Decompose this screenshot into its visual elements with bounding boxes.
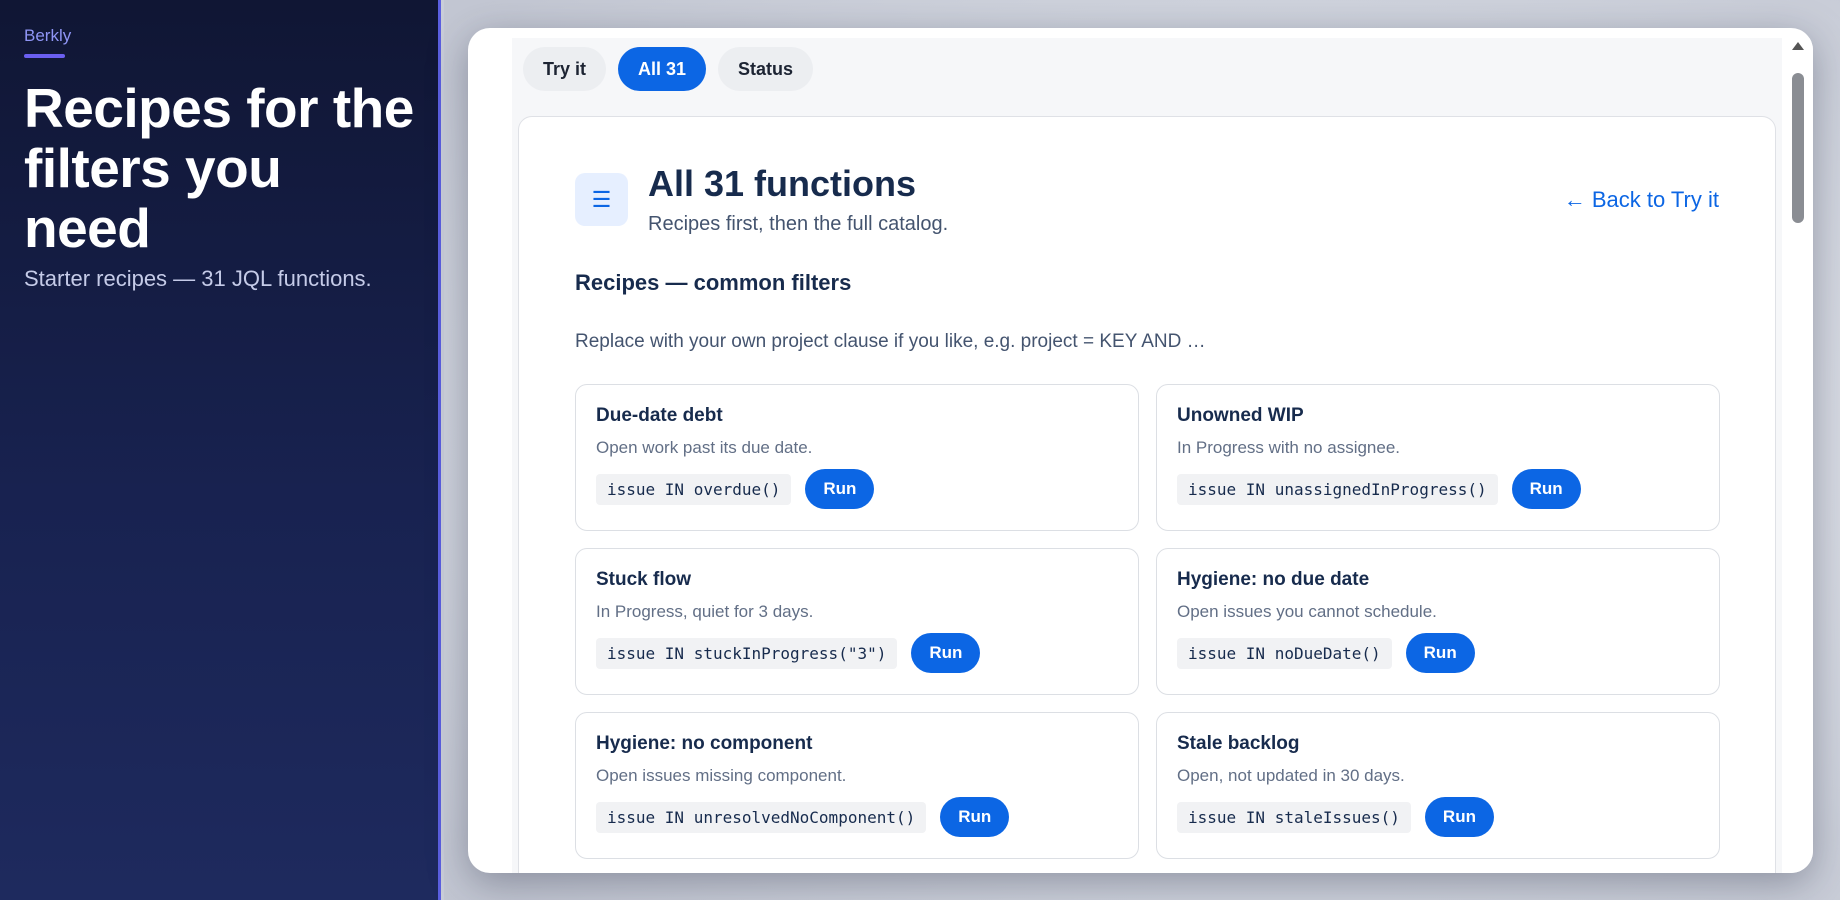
vertical-scrollbar[interactable]: [1783, 38, 1813, 873]
content-area: Try it All 31 Status ☰ All 31 functions …: [512, 38, 1782, 873]
recipe-description: Open issues you cannot schedule.: [1177, 602, 1437, 621]
functions-card: ☰ All 31 functions Recipes first, then t…: [518, 116, 1776, 873]
tab-status[interactable]: Status: [718, 47, 814, 91]
jql-code: issue IN unresolvedNoComponent(): [596, 801, 927, 833]
recipe-card: Hygiene: no component Open issues missin…: [575, 712, 1139, 859]
recipe-description: Open work past its due date.: [596, 438, 813, 457]
section-hint: Replace with your own project clause if …: [575, 331, 1206, 352]
recipe-card: Due-date debt Open work past its due dat…: [575, 384, 1139, 531]
back-to-try-it-link[interactable]: ← Back to Try it: [1564, 187, 1719, 213]
jql-code: issue IN unassignedInProgress(): [1177, 473, 1498, 505]
recipe-row: issue IN stuckInProgress("3") Run: [596, 633, 1118, 673]
recipe-title: Due-date debt: [596, 405, 723, 426]
recipe-card: Unowned WIP In Progress with no assignee…: [1156, 384, 1720, 531]
recipe-row: issue IN overdue() Run: [596, 469, 1118, 509]
hero-subtitle: Starter recipes — 31 JQL functions.: [24, 266, 372, 291]
recipe-title: Hygiene: no due date: [1177, 569, 1370, 590]
recipe-description: In Progress, quiet for 3 days.: [596, 602, 814, 621]
tab-all-31[interactable]: All 31: [618, 47, 707, 91]
run-button[interactable]: Run: [940, 797, 1010, 837]
tab-try-it[interactable]: Try it: [523, 47, 607, 91]
recipe-row: issue IN staleIssues() Run: [1177, 797, 1699, 837]
run-button[interactable]: Run: [1424, 797, 1494, 837]
list-icon: ☰: [575, 173, 628, 226]
jql-code: issue IN stuckInProgress("3"): [596, 637, 898, 669]
recipe-title: Stale backlog: [1177, 733, 1300, 754]
jql-code: issue IN overdue(): [596, 473, 792, 505]
run-button[interactable]: Run: [1511, 469, 1581, 509]
recipe-card: Stale backlog Open, not updated in 30 da…: [1156, 712, 1720, 859]
page-subtitle: Recipes first, then the full catalog.: [648, 213, 949, 235]
recipe-description: In Progress with no assignee.: [1177, 438, 1401, 457]
run-button[interactable]: Run: [1405, 633, 1475, 673]
recipe-title: Unowned WIP: [1177, 405, 1304, 426]
recipe-description: Open, not updated in 30 days.: [1177, 766, 1405, 785]
brand-underline: [24, 54, 65, 58]
page-title: All 31 functions: [648, 163, 917, 204]
recipe-row: issue IN noDueDate() Run: [1177, 633, 1699, 673]
recipe-row: issue IN unresolvedNoComponent() Run: [596, 797, 1118, 837]
recipe-card: Hygiene: no due date Open issues you can…: [1156, 548, 1720, 695]
hero-panel: Berkly Recipes for the filters you need …: [0, 0, 441, 900]
hero-title: Recipes for the filters you need: [24, 77, 414, 259]
jql-code: issue IN staleIssues(): [1177, 801, 1411, 833]
recipe-card: Stuck flow In Progress, quiet for 3 days…: [575, 548, 1139, 695]
brand-name: Berkly: [24, 26, 72, 45]
scroll-up-arrow-icon[interactable]: [1792, 42, 1804, 50]
app-window: Try it All 31 Status ☰ All 31 functions …: [468, 28, 1813, 873]
recipe-description: Open issues missing component.: [596, 766, 847, 785]
section-title: Recipes — common filters: [575, 270, 852, 295]
run-button[interactable]: Run: [911, 633, 981, 673]
recipe-row: issue IN unassignedInProgress() Run: [1177, 469, 1699, 509]
run-button[interactable]: Run: [805, 469, 875, 509]
recipe-title: Hygiene: no component: [596, 733, 813, 754]
scroll-thumb[interactable]: [1792, 73, 1804, 223]
recipe-title: Stuck flow: [596, 569, 692, 590]
tab-bar: Try it All 31 Status: [523, 47, 814, 91]
recipe-grid: Due-date debt Open work past its due dat…: [575, 384, 1720, 859]
jql-code: issue IN noDueDate(): [1177, 637, 1392, 669]
